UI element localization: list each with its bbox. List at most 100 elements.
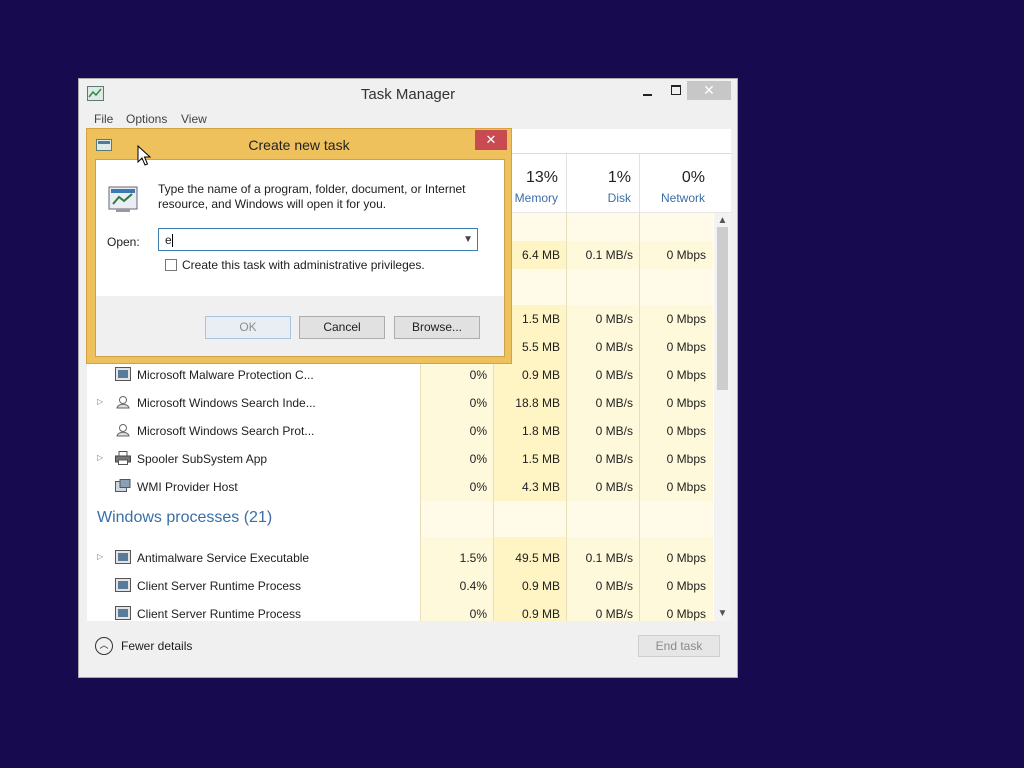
cancel-button[interactable]: Cancel <box>299 316 385 339</box>
network-cell: 0 Mbps <box>666 396 706 410</box>
memory-cell: 1.8 MB <box>521 424 560 438</box>
title-bar[interactable]: Task Manager ✕ <box>79 79 737 109</box>
cpu-cell: 0% <box>469 368 487 382</box>
footer-bar: ︿ Fewer details End task <box>79 621 737 679</box>
open-label: Open: <box>107 235 140 249</box>
maximize-button[interactable] <box>663 83 689 101</box>
table-row[interactable]: ▷ Antimalware Service Executable 1.5% 49… <box>87 544 713 572</box>
expand-chevron-icon[interactable]: ▷ <box>97 453 103 462</box>
process-name: Microsoft Windows Search Inde... <box>137 396 316 410</box>
cpu-cell: 0% <box>469 452 487 466</box>
dialog-content-panel: Type the name of a program, folder, docu… <box>96 160 504 296</box>
process-name: Spooler SubSystem App <box>137 452 268 466</box>
network-cell: 0 Mbps <box>666 480 706 494</box>
admin-privileges-checkbox[interactable] <box>165 259 177 271</box>
browse-button[interactable]: Browse... <box>394 316 480 339</box>
scrollbar-thumb[interactable] <box>717 227 728 390</box>
table-row[interactable]: Client Server Runtime Process 0.4% 0.9 M… <box>87 572 713 600</box>
memory-cell: 1.5 MB <box>521 452 560 466</box>
run-dialog-icon <box>108 186 138 212</box>
memory-cell: 0.9 MB <box>521 607 560 621</box>
table-row[interactable]: Client Server Runtime Process 0% 0.9 MB … <box>87 600 713 621</box>
table-row[interactable]: ▷ Spooler SubSystem App 0% 1.5 MB 0 MB/s… <box>87 445 713 473</box>
disk-cell: 0 MB/s <box>595 340 633 354</box>
cpu-cell: 0% <box>469 607 487 621</box>
network-cell: 0 Mbps <box>666 607 706 621</box>
disk-cell: 0 MB/s <box>595 579 633 593</box>
column-header-disk[interactable]: 1% Disk <box>567 154 640 212</box>
disk-label: Disk <box>607 191 631 205</box>
memory-cell: 18.8 MB <box>515 396 560 410</box>
cpu-cell: 0% <box>469 424 487 438</box>
menu-file[interactable]: File <box>94 112 113 126</box>
memory-cell: 4.3 MB <box>521 480 560 494</box>
network-cell: 0 Mbps <box>666 579 706 593</box>
disk-cell: 0 MB/s <box>595 452 633 466</box>
process-name: Client Server Runtime Process <box>137 607 302 621</box>
process-window-icon <box>115 550 131 564</box>
cpu-cell: 0% <box>469 480 487 494</box>
scroll-up-icon[interactable]: ▲ <box>714 215 731 226</box>
network-cell: 0 Mbps <box>666 452 706 466</box>
table-row[interactable]: ▷ Microsoft Windows Search Inde... 0% 18… <box>87 389 713 417</box>
printer-icon <box>115 451 131 465</box>
column-header-network[interactable]: 0% Network <box>640 154 713 212</box>
expand-chevron-icon[interactable]: ▷ <box>97 552 103 561</box>
network-cell: 0 Mbps <box>666 340 706 354</box>
minimize-button[interactable] <box>635 83 661 101</box>
menu-bar: File Options View <box>79 109 737 129</box>
table-row[interactable]: Microsoft Malware Protection C... 0% 0.9… <box>87 361 713 389</box>
memory-cell: 49.5 MB <box>515 551 560 565</box>
disk-cell: 0 MB/s <box>595 312 633 326</box>
mouse-pointer-icon <box>137 145 151 166</box>
chevron-up-icon: ︿ <box>95 637 113 655</box>
process-name: Antimalware Service Executable <box>137 551 310 565</box>
vertical-scrollbar[interactable]: ▲ ▼ <box>714 213 731 621</box>
dialog-body: Type the name of a program, folder, docu… <box>95 159 505 357</box>
group-header-windows-processes[interactable]: Windows processes (21) <box>97 509 272 527</box>
network-label: Network <box>660 191 705 205</box>
cpu-cell: 1.5% <box>459 551 487 565</box>
fewer-details-label: Fewer details <box>121 639 193 653</box>
process-name: Client Server Runtime Process <box>137 579 302 593</box>
search-person-icon <box>116 396 130 409</box>
wmi-icon <box>115 479 131 492</box>
disk-cell: 0.1 MB/s <box>585 248 633 262</box>
process-name: Microsoft Windows Search Prot... <box>137 424 315 438</box>
table-row[interactable]: WMI Provider Host 0% 4.3 MB 0 MB/s 0 Mbp… <box>87 473 713 501</box>
dialog-description: Type the name of a program, folder, docu… <box>158 182 466 211</box>
dialog-close-button[interactable]: ✕ <box>475 130 507 150</box>
network-cell: 0 Mbps <box>666 551 706 565</box>
cpu-cell: 0.4% <box>459 579 487 593</box>
process-window-icon <box>115 578 131 592</box>
memory-cell: 0.9 MB <box>521 368 560 382</box>
group-band <box>421 501 713 537</box>
process-window-icon <box>115 606 131 620</box>
cpu-cell: 0% <box>469 396 487 410</box>
disk-percent: 1% <box>607 169 631 186</box>
menu-options[interactable]: Options <box>126 112 167 126</box>
process-name: Microsoft Malware Protection C... <box>137 368 314 382</box>
search-person-icon <box>116 424 130 437</box>
ok-button[interactable]: OK <box>205 316 291 339</box>
open-input-value[interactable]: e <box>165 233 172 247</box>
disk-cell: 0 MB/s <box>595 480 633 494</box>
disk-cell: 0 MB/s <box>595 368 633 382</box>
chevron-down-icon[interactable]: ▼ <box>463 234 473 245</box>
network-cell: 0 Mbps <box>666 368 706 382</box>
admin-privileges-label[interactable]: Create this task with administrative pri… <box>182 258 425 272</box>
disk-cell: 0 MB/s <box>595 607 633 621</box>
table-row[interactable]: Microsoft Windows Search Prot... 0% 1.8 … <box>87 417 713 445</box>
memory-cell: 0.9 MB <box>521 579 560 593</box>
open-combobox[interactable]: e ▼ <box>158 228 478 251</box>
process-name: WMI Provider Host <box>137 480 238 494</box>
network-cell: 0 Mbps <box>666 312 706 326</box>
expand-chevron-icon[interactable]: ▷ <box>97 397 103 406</box>
scroll-down-icon[interactable]: ▼ <box>714 608 731 619</box>
menu-view[interactable]: View <box>181 112 207 126</box>
network-cell: 0 Mbps <box>666 248 706 262</box>
disk-cell: 0.1 MB/s <box>585 551 633 565</box>
disk-cell: 0 MB/s <box>595 424 633 438</box>
end-task-button[interactable]: End task <box>638 635 720 657</box>
close-button[interactable]: ✕ <box>687 81 731 100</box>
